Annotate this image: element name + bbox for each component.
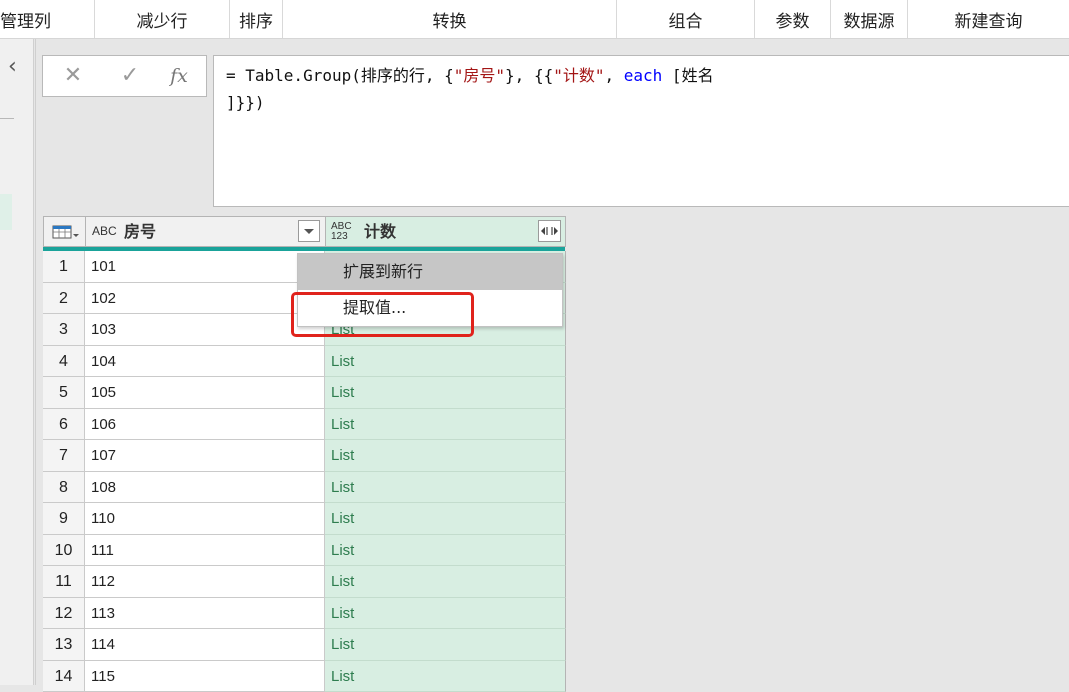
column-quality-bar bbox=[43, 247, 565, 251]
table-row[interactable]: 12113List bbox=[43, 598, 566, 630]
table-menu-icon[interactable] bbox=[44, 217, 86, 246]
formula-line-1: = Table.Group(排序的行, {"房号"}, {{"计数", each… bbox=[226, 64, 1069, 91]
cell-room[interactable]: 113 bbox=[85, 598, 325, 630]
pane-divider bbox=[0, 118, 14, 119]
table-row[interactable]: 9110List bbox=[43, 503, 566, 535]
formula-editor[interactable]: = Table.Group(排序的行, {"房号"}, {{"计数", each… bbox=[213, 55, 1069, 207]
row-number[interactable]: 10 bbox=[43, 535, 85, 567]
column-header-row: ABC 房号 ABC 123 计数 bbox=[43, 216, 566, 247]
formula-code: [姓名 bbox=[662, 66, 713, 85]
row-number[interactable]: 9 bbox=[43, 503, 85, 535]
formula-buttons: ✕ ✓ fx bbox=[42, 55, 207, 97]
cell-room[interactable]: 102 bbox=[85, 283, 325, 315]
row-number[interactable]: 7 bbox=[43, 440, 85, 472]
cancel-icon[interactable]: ✕ bbox=[58, 62, 88, 90]
row-number[interactable]: 3 bbox=[43, 314, 85, 346]
table-row[interactable]: 7107List bbox=[43, 440, 566, 472]
ribbon-group-parameters[interactable]: 参数 bbox=[755, 0, 831, 38]
cell-room[interactable]: 108 bbox=[85, 472, 325, 504]
formula-code: }, {{ bbox=[505, 66, 553, 85]
table-row[interactable]: 5105List bbox=[43, 377, 566, 409]
row-number[interactable]: 5 bbox=[43, 377, 85, 409]
column-header-count[interactable]: ABC 123 计数 bbox=[326, 217, 565, 246]
fx-icon[interactable]: fx bbox=[164, 62, 194, 90]
any-type-icon[interactable]: ABC 123 bbox=[331, 222, 352, 242]
formula-string: "房号" bbox=[454, 66, 505, 85]
cell-room[interactable]: 112 bbox=[85, 566, 325, 598]
collapse-chevron-icon[interactable]: ‹ bbox=[8, 57, 17, 77]
cell-room[interactable]: 114 bbox=[85, 629, 325, 661]
cell-room[interactable]: 115 bbox=[85, 661, 325, 692]
cell-count-list[interactable]: List bbox=[325, 535, 566, 567]
table-row[interactable]: 14115List bbox=[43, 661, 566, 692]
cell-room[interactable]: 103 bbox=[85, 314, 325, 346]
row-number[interactable]: 6 bbox=[43, 409, 85, 441]
formula-code: = Table.Group(排序的行, { bbox=[226, 66, 454, 85]
column-name-count: 计数 bbox=[364, 217, 396, 246]
cell-room[interactable]: 105 bbox=[85, 377, 325, 409]
cell-count-list[interactable]: List bbox=[325, 472, 566, 504]
row-number[interactable]: 2 bbox=[43, 283, 85, 315]
cell-count-list[interactable]: List bbox=[325, 377, 566, 409]
cell-count-list[interactable]: List bbox=[325, 598, 566, 630]
cell-room[interactable]: 107 bbox=[85, 440, 325, 472]
text-type-icon[interactable]: ABC bbox=[92, 217, 117, 246]
row-number[interactable]: 1 bbox=[43, 251, 85, 283]
menu-item-expand-to-new-rows[interactable]: 扩展到新行 bbox=[298, 254, 562, 290]
row-number[interactable]: 8 bbox=[43, 472, 85, 504]
formula-line-2: ]}}) bbox=[226, 91, 1069, 118]
ribbon-group-new-query[interactable]: 新建查询 bbox=[908, 0, 1069, 38]
row-number[interactable]: 4 bbox=[43, 346, 85, 378]
formula-code: , bbox=[605, 66, 624, 85]
row-number[interactable]: 11 bbox=[43, 566, 85, 598]
pane-separator bbox=[35, 39, 36, 685]
column-name-room: 房号 bbox=[124, 217, 156, 246]
queries-pane-collapsed: ‹ bbox=[0, 39, 34, 685]
filter-dropdown-icon[interactable] bbox=[298, 220, 320, 242]
ribbon-group-reduce-rows[interactable]: 减少行 bbox=[95, 0, 230, 38]
table-row[interactable]: 13114List bbox=[43, 629, 566, 661]
ribbon-group-combine[interactable]: 组合 bbox=[617, 0, 755, 38]
cell-count-list[interactable]: List bbox=[325, 409, 566, 441]
commit-icon[interactable]: ✓ bbox=[115, 62, 145, 90]
ribbon-group-transform[interactable]: 转换 bbox=[283, 0, 617, 38]
cell-count-list[interactable]: List bbox=[325, 661, 566, 692]
cell-count-list[interactable]: List bbox=[325, 440, 566, 472]
cell-count-list[interactable]: List bbox=[325, 629, 566, 661]
table-row[interactable]: 11112List bbox=[43, 566, 566, 598]
table-row[interactable]: 6106List bbox=[43, 409, 566, 441]
table-row[interactable]: 10111List bbox=[43, 535, 566, 567]
expand-column-icon[interactable] bbox=[538, 220, 561, 242]
cell-count-list[interactable]: List bbox=[325, 346, 566, 378]
formula-keyword: each bbox=[624, 66, 663, 85]
table-row[interactable]: 4104List bbox=[43, 346, 566, 378]
cell-count-list[interactable]: List bbox=[325, 503, 566, 535]
column-header-room[interactable]: ABC 房号 bbox=[86, 217, 326, 246]
ribbon-group-sort[interactable]: 排序 bbox=[230, 0, 283, 38]
cell-room[interactable]: 106 bbox=[85, 409, 325, 441]
ribbon-group-data-sources[interactable]: 数据源 bbox=[831, 0, 908, 38]
cell-room[interactable]: 104 bbox=[85, 346, 325, 378]
formula-string: "计数" bbox=[553, 66, 604, 85]
cell-count-list[interactable]: List bbox=[325, 566, 566, 598]
row-number[interactable]: 13 bbox=[43, 629, 85, 661]
highlight-annotation bbox=[291, 292, 474, 337]
row-number[interactable]: 14 bbox=[43, 661, 85, 692]
cell-room[interactable]: 111 bbox=[85, 535, 325, 567]
selected-query-indicator[interactable] bbox=[0, 194, 12, 230]
ribbon-group-manage-columns[interactable]: 管理列 bbox=[0, 0, 95, 38]
ribbon: 管理列 减少行 排序 转换 组合 参数 数据源 新建查询 bbox=[0, 0, 1069, 39]
type-icon-bottom: 123 bbox=[331, 232, 352, 242]
row-number[interactable]: 12 bbox=[43, 598, 85, 630]
cell-room[interactable]: 101 bbox=[85, 251, 325, 283]
cell-room[interactable]: 110 bbox=[85, 503, 325, 535]
table-row[interactable]: 8108List bbox=[43, 472, 566, 504]
